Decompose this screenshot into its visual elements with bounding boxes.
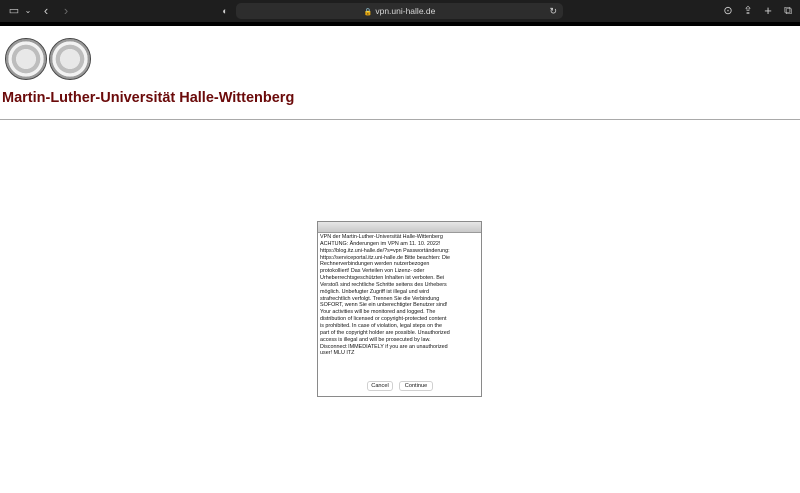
forward-button[interactable]: › (58, 3, 74, 19)
download-icon[interactable]: ⊙ (720, 3, 736, 19)
header-divider (0, 119, 800, 120)
lock-icon: 🔒 (363, 9, 373, 16)
dialog-title-bar (318, 222, 481, 233)
dialog-message: VPN der Martin-Luther-Universität Halle-… (320, 234, 451, 357)
share-icon[interactable]: ⇪ (740, 3, 756, 19)
university-seal-right (49, 38, 91, 80)
browser-toolbar: ▭ ⌄ ‹ › ◐ 🔒 vpn.uni-halle.de ↻ ⊙ ⇪ + ⧉ (0, 0, 800, 22)
toolbar-divider (0, 22, 800, 26)
url-text: vpn.uni-halle.de (375, 6, 436, 16)
continue-button[interactable]: Continue (399, 381, 433, 391)
back-button[interactable]: ‹ (38, 3, 54, 19)
tab-overview-icon[interactable]: ⧉ (780, 3, 796, 19)
cancel-button[interactable]: Cancel (367, 381, 393, 391)
privacy-shield-icon[interactable]: ◐ (218, 3, 232, 19)
university-seal-left (5, 38, 47, 80)
reload-icon[interactable]: ↻ (549, 3, 557, 19)
page-title: Martin-Luther-Universität Halle-Wittenbe… (2, 90, 295, 106)
address-bar[interactable]: 🔒 vpn.uni-halle.de ↻ (236, 3, 563, 19)
chevron-down-icon[interactable]: ⌄ (20, 3, 36, 19)
vpn-banner-dialog: VPN der Martin-Luther-Universität Halle-… (317, 221, 482, 397)
new-tab-icon[interactable]: + (760, 3, 776, 19)
